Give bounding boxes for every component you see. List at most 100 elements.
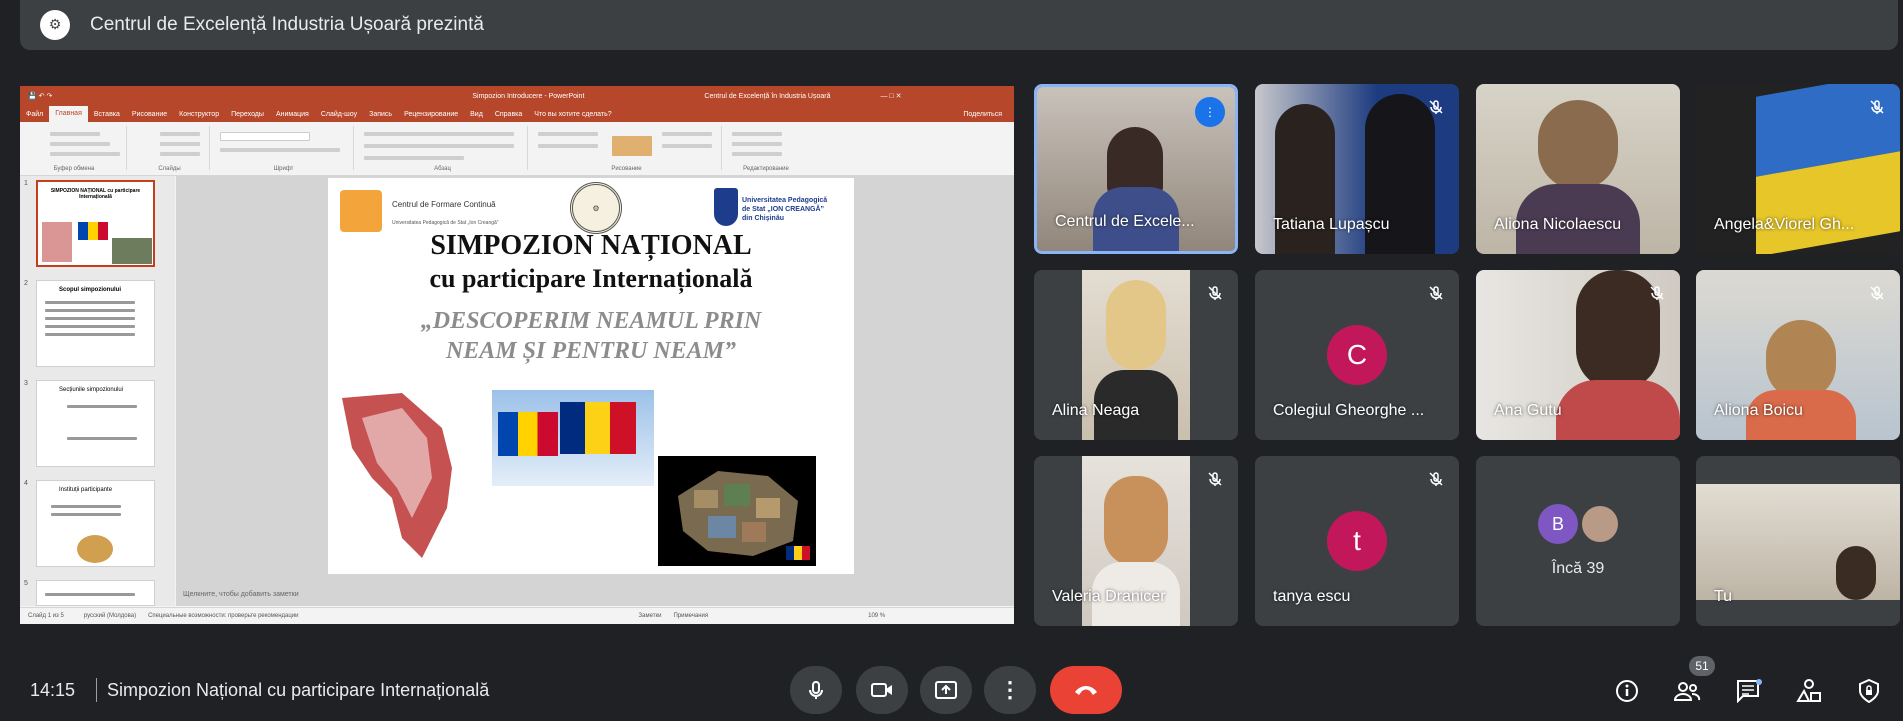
thumb-number: 5 <box>24 580 28 587</box>
activities-button[interactable] <box>1794 676 1824 706</box>
person-body <box>1556 380 1680 440</box>
ribbon-group-label: Рисование <box>611 166 642 172</box>
romania-collage <box>658 456 816 566</box>
participant-tile[interactable]: Valeria Dranicer <box>1034 456 1238 626</box>
participant-tile[interactable]: Angela&Viorel Gh... <box>1696 84 1900 254</box>
participant-count-badge: 51 <box>1689 656 1715 676</box>
participant-tile[interactable]: Aliona Boicu <box>1696 270 1900 440</box>
participant-name: Aliona Nicolaescu <box>1494 216 1622 233</box>
slide-subheading: cu participare Internațională <box>429 264 753 293</box>
mic-off-icon <box>1425 468 1447 490</box>
meeting-clock: 14:15 <box>30 680 76 700</box>
leave-call-button[interactable] <box>1050 666 1122 714</box>
moldova-flag <box>498 412 558 456</box>
thumb-number: 4 <box>24 480 28 487</box>
microphone-icon <box>809 680 823 699</box>
participant-name: Aliona Boicu <box>1714 402 1803 419</box>
person-silhouette <box>1836 546 1876 600</box>
upsc-line-1: Universitatea Pedagogică <box>742 197 828 204</box>
person-silhouette <box>1104 476 1168 566</box>
microphone-button[interactable] <box>790 666 842 714</box>
person-silhouette <box>1106 280 1166 370</box>
mic-off-icon <box>1204 282 1226 304</box>
more-options-button[interactable]: ⋮ <box>984 666 1036 714</box>
mic-off-icon <box>1866 96 1888 118</box>
upsc-crest <box>714 188 738 226</box>
participant-name: Angela&Viorel Gh... <box>1714 216 1855 233</box>
participant-name: Valeria Dranicer <box>1052 588 1166 605</box>
meeting-details-button[interactable] <box>1612 676 1642 706</box>
ppt-tab: Слайд-шоу <box>320 110 358 118</box>
ppt-statusbar: Слайд 1 из 5 русский (Молдова) Специальн… <box>20 607 1014 624</box>
mic-off-icon <box>1204 468 1226 490</box>
ribbon-group-label: Шрифт <box>273 166 294 172</box>
upsc-logo-text: Universitatea Pedagogică de Stat „ION CR… <box>742 196 827 223</box>
slide-thumbnail-5 <box>36 580 155 606</box>
self-view-tile[interactable]: Tu <box>1696 456 1900 626</box>
participant-avatar-photo <box>1580 504 1620 544</box>
slide-thumbnail-4: Instituții participante <box>36 480 155 567</box>
ppt-tab: Вид <box>470 110 483 118</box>
ribbon-group-label: Абзац <box>434 166 451 172</box>
ppt-tab: Вставка <box>93 110 120 118</box>
more-vert-icon: ⋮ <box>999 677 1021 702</box>
camera-button[interactable] <box>856 666 908 714</box>
present-screen-icon <box>935 681 957 699</box>
participant-tile[interactable]: ⋮ Centrul de Excele... <box>1034 84 1238 254</box>
ppt-tab: Конструктор <box>179 110 220 118</box>
participant-avatar: t <box>1327 511 1387 571</box>
ppt-tab: Запись <box>369 110 393 118</box>
upsc-line-3: din Chișinău <box>742 215 784 222</box>
ppt-slide-thumbnails: 1 SIMPOZION NAȚIONAL cu participare Inte… <box>20 176 175 606</box>
participant-name: Centrul de Excele... <box>1055 213 1195 230</box>
participant-name: Tu <box>1714 588 1733 605</box>
present-screen-button[interactable] <box>920 666 972 714</box>
ppt-group-drawing: Рисование <box>532 126 722 172</box>
people-button[interactable] <box>1672 676 1702 706</box>
mic-off-icon <box>1866 282 1888 304</box>
ppt-titlebar: 💾 ↶ ↷ Simpozion Introducere - PowerPoint… <box>20 86 1014 106</box>
thumb-title: Scopul simpozionului <box>59 287 121 293</box>
ppt-tab: Рисование <box>131 110 168 118</box>
host-controls-button[interactable] <box>1854 676 1884 706</box>
ppt-zoom: 109 % <box>868 613 886 619</box>
participant-tile[interactable]: Ana Gutu <box>1476 270 1680 440</box>
participant-tile[interactable]: Aliona Nicolaescu <box>1476 84 1680 254</box>
more-participants-tile[interactable]: B Încă 39 <box>1476 456 1680 626</box>
ppt-tab: Рецензирование <box>404 110 459 118</box>
participant-tile[interactable]: Tatiana Lupașcu <box>1255 84 1459 254</box>
activities-icon <box>1796 679 1821 702</box>
participant-name: Ana Gutu <box>1494 402 1562 419</box>
participant-tile[interactable]: C Colegiul Gheorghe ... <box>1255 270 1459 440</box>
ppt-window-controls: — □ ✕ <box>880 93 902 100</box>
person-silhouette <box>1538 100 1618 190</box>
more-participants-label: Încă 39 <box>1551 560 1605 577</box>
participant-name: Colegiul Gheorghe ... <box>1273 402 1425 419</box>
thumb-title: Instituții participante <box>59 487 113 493</box>
thumb-title: SIMPOZION NAȚIONAL cu participare Intern… <box>50 188 141 200</box>
participant-tile[interactable]: Alina Neaga <box>1034 270 1238 440</box>
ribbon-group-label: Буфер обмена <box>53 166 95 172</box>
cfc-logo-text: Centrul de Formare Continuă <box>392 200 496 209</box>
meeting-title: Simpozion Național cu participare Intern… <box>107 680 490 700</box>
chat-button[interactable] <box>1734 676 1764 706</box>
participant-name: tanya escu <box>1273 588 1351 605</box>
ppt-notes-placeholder: Щелкните, чтобы добавить заметки <box>183 591 299 598</box>
speaking-indicator-icon: ⋮ <box>1195 97 1225 127</box>
ppt-notes-toggle: Заметки <box>638 613 662 619</box>
ppt-quick-access: 💾 ↶ ↷ <box>28 93 53 100</box>
thumb-number: 1 <box>24 180 28 187</box>
ppt-language: русский (Молдова) <box>83 613 137 619</box>
thumb-number: 3 <box>24 380 28 387</box>
participant-name: Alina Neaga <box>1052 402 1140 419</box>
ppt-tab-home: Главная <box>49 106 88 122</box>
slide-heading: SIMPOZION NAȚIONAL <box>430 230 752 261</box>
ppt-share: Поделиться <box>963 110 1002 118</box>
mic-off-icon <box>1646 282 1668 304</box>
thumb-title: Secțiunile simpozionului <box>59 387 124 393</box>
slide-thumbnail-1: SIMPOZION NAȚIONAL cu participare Intern… <box>36 180 155 267</box>
cfc-logo <box>340 190 382 232</box>
ppt-doc-title: Simpozion Introducere - PowerPoint <box>472 92 585 100</box>
participant-tile[interactable]: t tanya escu <box>1255 456 1459 626</box>
mic-off-icon <box>1425 96 1447 118</box>
